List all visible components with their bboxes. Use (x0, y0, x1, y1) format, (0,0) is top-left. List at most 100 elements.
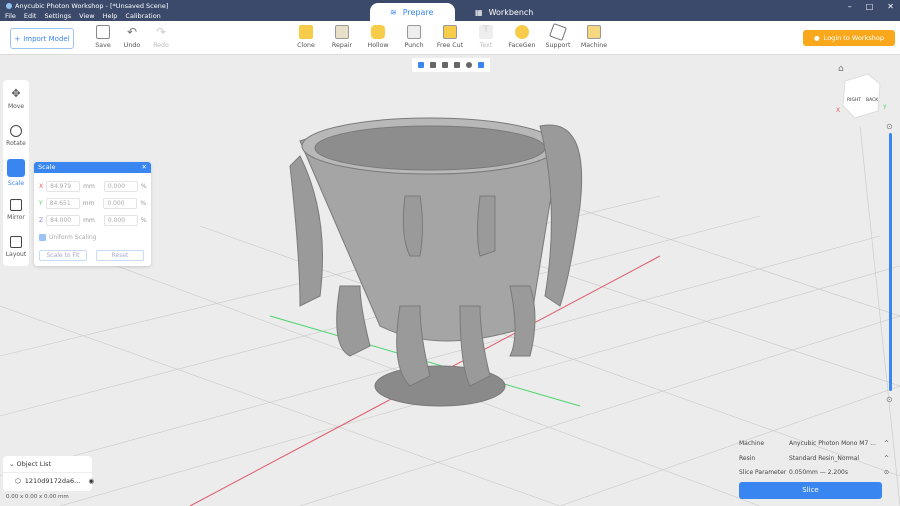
redo-button[interactable]: ↷ Redo (146, 25, 176, 49)
title-text: Anycubic Photon Workshop - [*Unsaved Sce… (15, 2, 169, 10)
undo-button[interactable]: ↶ Undo (117, 25, 147, 49)
punch-button[interactable]: Punch (399, 25, 429, 49)
wireframe-icon[interactable] (442, 62, 448, 68)
app-logo-icon (6, 3, 12, 9)
layer-slider[interactable] (889, 133, 892, 391)
save-button[interactable]: Save (88, 25, 118, 49)
menu-calibration[interactable]: Calibration (125, 12, 160, 20)
object-list-header[interactable]: ⌄ Object List (3, 456, 92, 473)
rotate-icon (10, 124, 22, 137)
percent-label: % (140, 200, 147, 207)
settings-icon[interactable]: ⊙ (884, 469, 889, 476)
scale-tool[interactable]: Scale (3, 154, 29, 191)
y-size-input[interactable]: 84.651 (45, 198, 80, 209)
layers-icon: ≋ (390, 7, 397, 17)
menu-file[interactable]: File (5, 12, 16, 20)
menu-settings[interactable]: Settings (44, 12, 71, 20)
unit-label: mm (83, 217, 95, 224)
tab-label: Workbench (488, 7, 534, 17)
hollow-button[interactable]: Hollow (363, 25, 393, 49)
panel-title: Scale (38, 163, 56, 171)
slice-button[interactable]: Slice (739, 482, 882, 499)
reset-button[interactable]: Reset (96, 250, 144, 261)
slice-panel: Machine Anycubic Photon Mono M7 ... ^ Resi… (731, 432, 893, 502)
menu-view[interactable]: View (79, 12, 94, 20)
mirror-icon (10, 198, 22, 211)
object-name: 1210d9172da6... (24, 477, 81, 485)
toolbar: + Import Model Save ↶ Undo ↷ Redo Clone Rep… (0, 21, 900, 55)
z-size-input[interactable]: 84.000 (46, 215, 81, 226)
list-item[interactable]: ⬡ 1210d9172da6... ◉ (3, 473, 94, 489)
z-percent-input[interactable]: 0.000 (103, 215, 138, 226)
left-toolbar: ✥ Move Rotate Scale Mirror Layout (3, 80, 29, 266)
tool-label: FaceGen (508, 42, 536, 49)
model-cup (289, 117, 583, 407)
unit-label: mm (83, 183, 95, 190)
layout-icon (10, 235, 22, 248)
clone-icon (299, 25, 313, 39)
scale-icon (7, 158, 25, 177)
resin-value: Standard Resin_Normal (789, 455, 860, 462)
minimize-icon[interactable]: – (848, 2, 852, 11)
resin-row[interactable]: Resin Standard Resin_Normal ^ (739, 455, 889, 462)
camera-icon[interactable] (430, 62, 436, 68)
tab-prepare[interactable]: ≋ Prepare (370, 3, 455, 21)
free-cut-button[interactable]: Free Cut (435, 25, 465, 49)
mirror-tool[interactable]: Mirror (3, 191, 29, 228)
save-label: Save (95, 42, 111, 49)
tool-label: Support (545, 42, 571, 49)
uniform-scaling-checkbox[interactable]: Uniform Scaling (39, 234, 97, 241)
free-cut-icon (443, 25, 457, 39)
machine-button[interactable]: Machine (579, 25, 609, 49)
x-label: X (39, 183, 44, 190)
slice-parameter-row[interactable]: Slice Parameter 0.050mm — 2.200s ⊙ (739, 469, 889, 476)
support-button[interactable]: Support (543, 23, 573, 49)
rotate-tool[interactable]: Rotate (3, 117, 29, 154)
hollow-icon (371, 25, 385, 39)
text-button[interactable]: T Text (471, 25, 501, 49)
cube-right-label: RIGHT (847, 97, 861, 103)
tool-label: Repair (331, 42, 353, 49)
grid-icon: ▦ (475, 7, 483, 17)
facegen-button[interactable]: FaceGen (507, 25, 537, 49)
home-icon[interactable]: ⌂ (838, 64, 844, 74)
machine-row[interactable]: Machine Anycubic Photon Mono M7 ... ^ (739, 440, 889, 447)
tool-label: Text (479, 42, 493, 49)
maximize-icon[interactable]: □ (866, 2, 874, 11)
tab-workbench[interactable]: ▦ Workbench (455, 3, 553, 21)
menu-bar: File Edit Settings View Help Calibration (5, 12, 161, 20)
slider-down-icon[interactable]: ⊙ (886, 395, 893, 404)
menu-help[interactable]: Help (103, 12, 118, 20)
select-icon[interactable] (454, 62, 460, 68)
clone-button[interactable]: Clone (291, 25, 321, 49)
scale-to-fit-button[interactable]: Scale to Fit (39, 250, 87, 261)
shading-icon[interactable] (478, 62, 484, 68)
login-button[interactable]: ● Login to Workshop (803, 30, 895, 46)
layout-tool[interactable]: Layout (3, 228, 29, 265)
model-dimensions: 0.00 x 0.00 x 0.00 mm (6, 494, 69, 500)
move-tool[interactable]: ✥ Move (3, 80, 29, 117)
perspective-icon[interactable] (418, 62, 424, 68)
import-label: Import Model (23, 34, 70, 43)
slider-up-icon[interactable]: ⊙ (886, 122, 893, 131)
z-label: Z (39, 217, 44, 224)
repair-button[interactable]: Repair (327, 25, 357, 49)
eye-icon[interactable]: ◉ (88, 477, 94, 485)
tool-label: Punch (404, 42, 424, 49)
close-icon[interactable]: ✕ (887, 2, 894, 11)
cube-x-label: X (836, 107, 840, 114)
sphere-icon[interactable] (466, 62, 472, 68)
object-list: ⌄ Object List ⬡ 1210d9172da6... ◉ (3, 456, 94, 491)
view-cube[interactable]: RIGHT BACK X Y (836, 73, 887, 119)
close-icon[interactable]: ✕ (142, 163, 147, 172)
login-label: Login to Workshop (823, 34, 884, 42)
param-label: Slice Parameter (739, 469, 787, 476)
tool-label: Hollow (367, 42, 389, 49)
y-percent-input[interactable]: 0.000 (103, 198, 138, 209)
menu-edit[interactable]: Edit (24, 12, 37, 20)
x-percent-input[interactable]: 0.000 (103, 181, 138, 192)
facegen-icon (515, 25, 529, 39)
import-model-button[interactable]: + Import Model (10, 28, 74, 49)
x-size-input[interactable]: 84.979 (46, 181, 81, 192)
text-icon: T (479, 25, 493, 39)
